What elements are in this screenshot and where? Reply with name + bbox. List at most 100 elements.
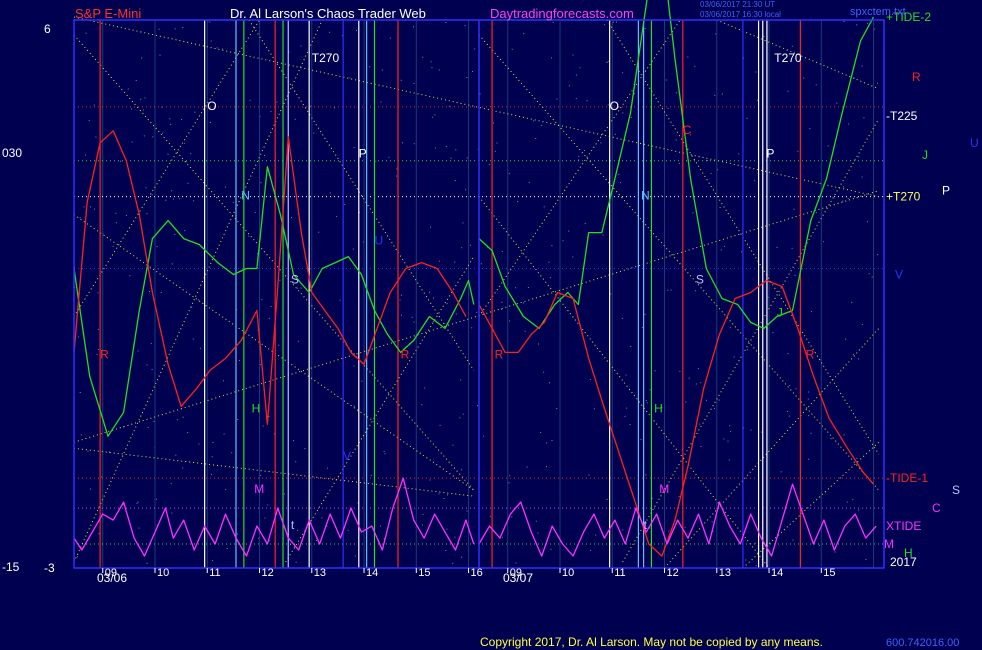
star	[462, 222, 464, 224]
tide-series	[73, 0, 877, 557]
star	[267, 504, 269, 506]
star	[645, 474, 647, 476]
star	[848, 123, 850, 125]
star	[795, 388, 797, 390]
star	[843, 434, 845, 436]
star	[535, 138, 537, 139]
timestamp-local: 03/06/2017 16:30 local	[700, 10, 781, 19]
star	[626, 407, 628, 409]
right-label: J	[922, 148, 928, 162]
star	[170, 124, 172, 126]
star	[489, 515, 491, 517]
star	[129, 275, 131, 277]
x-tick-label: 16	[471, 567, 483, 579]
star	[159, 54, 161, 56]
star	[231, 452, 233, 454]
series-line	[73, 166, 475, 437]
star	[508, 172, 510, 174]
star	[679, 370, 681, 372]
star	[496, 142, 498, 144]
star	[818, 544, 820, 546]
x-tick-label: 15	[823, 567, 835, 579]
star	[515, 287, 516, 289]
website-link[interactable]: Daytradingforecasts.com	[490, 6, 634, 21]
star	[388, 156, 390, 158]
star	[181, 119, 182, 121]
left-scale-bottom: -15	[2, 560, 20, 574]
star	[788, 415, 790, 417]
star	[149, 291, 150, 293]
right-label: S	[952, 483, 960, 497]
star	[612, 21, 614, 23]
star	[695, 383, 697, 385]
star	[300, 45, 302, 47]
star	[209, 21, 211, 23]
star	[618, 173, 620, 175]
star	[454, 536, 456, 538]
star	[590, 550, 592, 552]
trend-line	[664, 328, 880, 569]
star	[508, 482, 510, 484]
star	[413, 143, 415, 145]
star	[389, 37, 391, 39]
star	[97, 292, 99, 294]
star	[454, 180, 456, 182]
star	[699, 423, 701, 425]
star	[260, 475, 262, 477]
star	[537, 532, 539, 534]
star	[807, 398, 809, 400]
star	[212, 442, 214, 443]
annotation-label: P	[766, 147, 774, 161]
star	[283, 493, 285, 495]
star	[493, 122, 495, 124]
star	[199, 347, 201, 349]
star	[127, 88, 129, 90]
right-label: R	[912, 70, 921, 84]
star	[730, 431, 732, 433]
star	[339, 299, 341, 301]
star	[697, 368, 699, 370]
star	[815, 211, 817, 213]
star	[140, 98, 142, 100]
star	[79, 217, 81, 219]
star	[614, 133, 616, 135]
star	[146, 364, 148, 366]
star	[321, 517, 323, 519]
star	[94, 208, 95, 210]
star	[461, 556, 463, 558]
star	[861, 65, 863, 67]
star	[361, 380, 363, 382]
star	[562, 240, 564, 242]
star	[588, 474, 590, 476]
star	[411, 316, 413, 318]
star	[675, 92, 677, 94]
right-label: U	[970, 136, 979, 150]
star	[630, 346, 632, 347]
star	[727, 440, 729, 442]
star	[665, 79, 667, 81]
star	[135, 80, 137, 81]
star	[549, 382, 550, 384]
star	[297, 287, 299, 289]
star	[710, 172, 712, 174]
annotation-label: H	[654, 401, 663, 415]
star	[836, 102, 838, 104]
star	[551, 440, 553, 441]
star	[728, 459, 730, 461]
star	[747, 349, 748, 351]
star	[90, 488, 91, 490]
star	[723, 438, 725, 440]
star	[429, 479, 431, 481]
star	[216, 47, 218, 49]
star	[644, 313, 646, 315]
star	[461, 247, 463, 249]
annotation-label: S	[291, 273, 299, 287]
star	[171, 512, 173, 514]
star	[413, 26, 414, 28]
x-tick-label: 12	[667, 567, 679, 579]
star	[459, 417, 461, 419]
star	[640, 439, 642, 441]
star	[634, 93, 635, 95]
star	[480, 263, 482, 265]
star	[438, 69, 440, 71]
